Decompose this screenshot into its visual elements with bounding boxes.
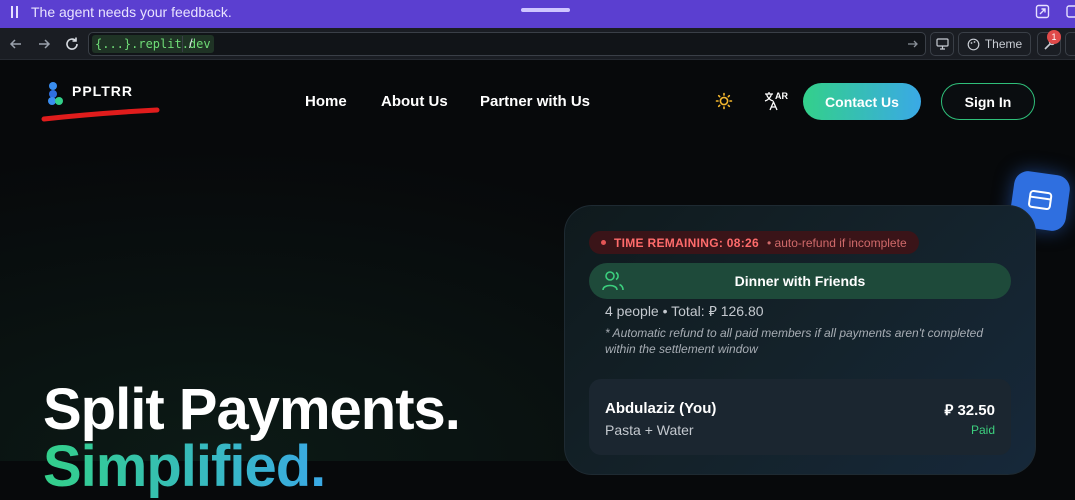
payment-status-badge: Paid [970,423,995,437]
more-button[interactable] [1065,32,1075,56]
pause-icon[interactable] [11,6,19,18]
browser-toolbar: {...}.replit.dev / Theme [0,28,1075,60]
member-items: Pasta + Water [605,422,694,438]
nav-partner[interactable]: Partner with Us [480,93,590,110]
notification-badge: 1 [1047,30,1061,44]
timer-dot-icon [601,240,606,245]
open-external-icon[interactable] [1035,4,1050,19]
forward-arrow-icon[interactable] [36,36,52,52]
refund-note: * Automatic refund to all paid members i… [605,326,984,356]
window-icon[interactable] [1066,4,1075,19]
logo-mark-icon[interactable] [47,81,65,107]
theme-button[interactable]: Theme [958,32,1031,56]
app-page: PPLTRR Home About Us Partner with Us AR … [0,61,1075,499]
sign-in-button[interactable]: Sign In [941,83,1035,120]
drag-handle[interactable] [521,8,570,12]
go-arrow-icon[interactable] [907,38,919,50]
feedback-message: The agent needs your feedback. [31,4,232,20]
language-toggle[interactable]: AR [763,90,791,112]
nav-about[interactable]: About Us [381,93,448,110]
timer-label: TIME REMAINING: 08:26 [614,235,759,250]
nav-home[interactable]: Home [305,93,347,110]
group-meta: 4 people • Total: ⃁ 126.80 [605,303,764,319]
sun-icon[interactable] [715,92,733,110]
agent-feedback-bar: The agent needs your feedback. [0,0,1075,28]
monitor-icon [935,38,949,50]
group-name: Dinner with Friends [734,273,866,289]
language-label: AR [775,91,788,101]
screen-button[interactable] [930,32,954,56]
split-payment-card: TIME REMAINING: 08:26 • auto-refund if i… [564,205,1036,475]
address-bar[interactable]: {...}.replit.dev / [88,32,926,56]
logo-underline-mark [41,107,160,122]
member-amount: ⃁ 32.50 [944,402,995,419]
back-arrow-icon[interactable] [8,36,24,52]
credit-card-icon [1028,190,1053,211]
group-header[interactable]: Dinner with Friends [589,263,1011,299]
timer-badge: TIME REMAINING: 08:26 • auto-refund if i… [589,231,919,254]
timer-note: • auto-refund if incomplete [767,235,907,250]
hero-subtitle: Simplified. [43,434,326,499]
member-row[interactable]: Abdulaziz (You) Pasta + Water ⃁ 32.50 Pa… [589,379,1011,455]
member-name: Abdulaziz (You) [605,400,717,417]
url-divider [182,36,183,52]
url-host: {...}.replit.dev [92,35,214,53]
palette-icon [967,38,980,50]
logo-text[interactable]: PPLTRR [72,83,133,99]
url-path: / [189,36,193,51]
theme-label: Theme [984,37,1023,51]
reload-icon[interactable] [64,36,80,52]
contact-us-button[interactable]: Contact Us [803,83,921,120]
